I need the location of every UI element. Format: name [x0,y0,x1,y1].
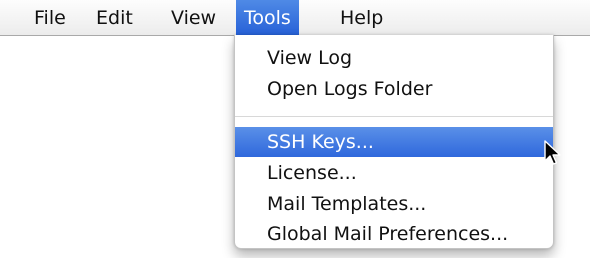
screen: File Edit View Tools Help View Log Open … [0,0,590,258]
menu-item-mail-templates[interactable]: Mail Templates... [235,189,553,219]
menu-bar: File Edit View Tools Help [0,0,590,36]
menu-view[interactable]: View [163,0,224,36]
menu-item-ssh-keys[interactable]: SSH Keys... [235,127,553,157]
menu-item-global-mail-preferences[interactable]: Global Mail Preferences... [235,219,553,249]
menu-item-view-log[interactable]: View Log [235,43,553,73]
menu-item-open-logs-folder[interactable]: Open Logs Folder [235,74,553,104]
menu-tools[interactable]: Tools [236,0,299,36]
mouse-pointer-icon [544,140,561,165]
menu-separator [235,116,553,117]
menu-help[interactable]: Help [332,0,391,36]
menu-file[interactable]: File [26,0,74,36]
tools-dropdown-menu: View Log Open Logs Folder SSH Keys... Li… [234,35,554,249]
menu-edit[interactable]: Edit [88,0,141,36]
menu-item-license[interactable]: License... [235,158,553,188]
